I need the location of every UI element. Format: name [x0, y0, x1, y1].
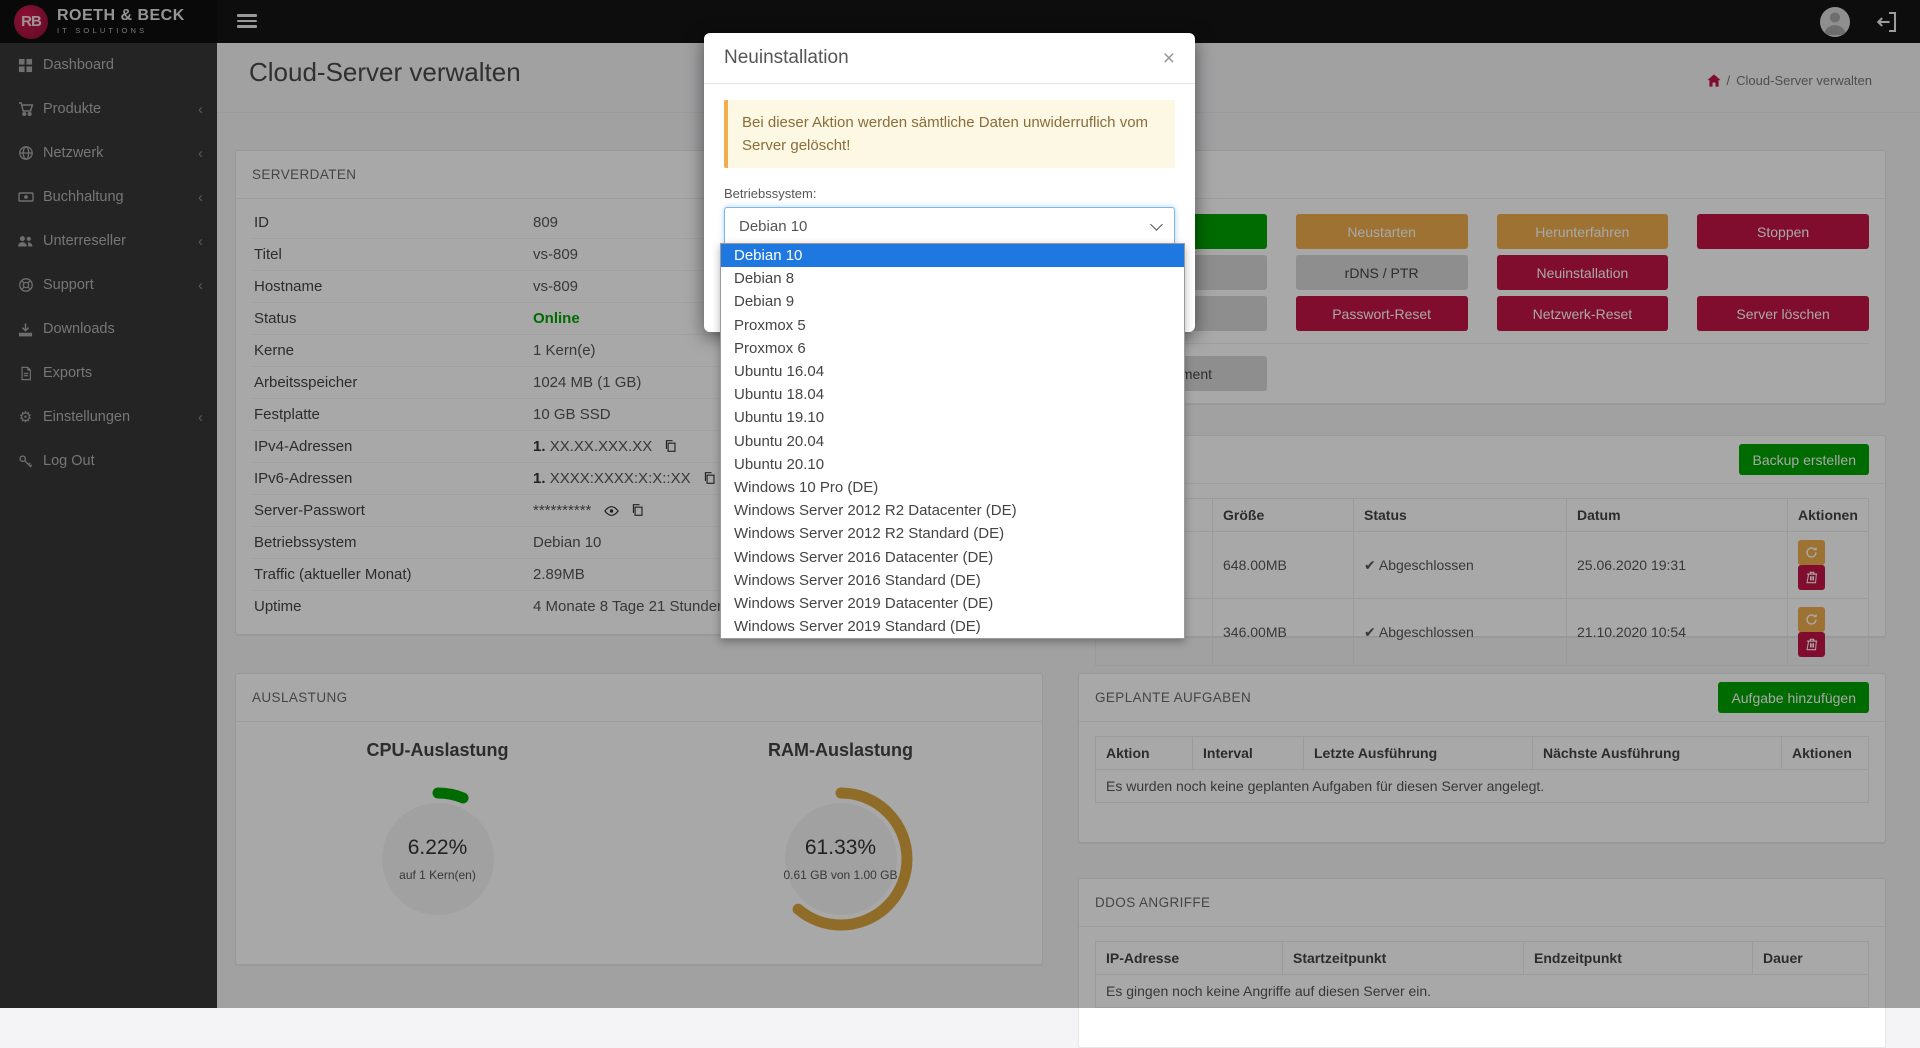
chevron-down-icon [1150, 218, 1163, 231]
close-icon[interactable]: × [1163, 48, 1175, 69]
os-option[interactable]: Windows Server 2012 R2 Standard (DE) [721, 522, 1184, 545]
os-option[interactable]: Debian 9 [721, 290, 1184, 313]
os-dropdown-list: Debian 10 Debian 8 Debian 9 Proxmox 5 Pr… [720, 243, 1185, 639]
os-option[interactable]: Windows 10 Pro (DE) [721, 476, 1184, 499]
os-option[interactable]: Ubuntu 18.04 [721, 383, 1184, 406]
warning-alert: Bei dieser Aktion werden sämtliche Daten… [724, 100, 1175, 168]
os-option[interactable]: Windows Server 2019 Standard (DE) [721, 615, 1184, 638]
os-option[interactable]: Windows Server 2012 R2 Datacenter (DE) [721, 499, 1184, 522]
os-option[interactable]: Windows Server 2019 Datacenter (DE) [721, 592, 1184, 615]
os-option[interactable]: Ubuntu 20.10 [721, 453, 1184, 476]
modal-title: Neuinstallation [724, 47, 849, 69]
os-option[interactable]: Windows Server 2016 Datacenter (DE) [721, 545, 1184, 568]
os-option[interactable]: Debian 10 [721, 244, 1184, 267]
os-option[interactable]: Ubuntu 16.04 [721, 360, 1184, 383]
os-option[interactable]: Ubuntu 19.10 [721, 406, 1184, 429]
os-option[interactable]: Proxmox 5 [721, 314, 1184, 337]
os-option[interactable]: Windows Server 2016 Standard (DE) [721, 569, 1184, 592]
os-option[interactable]: Proxmox 6 [721, 337, 1184, 360]
os-select-label: Betriebssystem: [724, 186, 1175, 201]
os-option[interactable]: Ubuntu 20.04 [721, 430, 1184, 453]
os-option[interactable]: Debian 8 [721, 267, 1184, 290]
neuinstallation-modal: Neuinstallation × Bei dieser Aktion werd… [704, 33, 1195, 332]
os-select[interactable]: Debian 10 Debian 10 Debian 8 Debian 9 Pr… [724, 207, 1175, 245]
